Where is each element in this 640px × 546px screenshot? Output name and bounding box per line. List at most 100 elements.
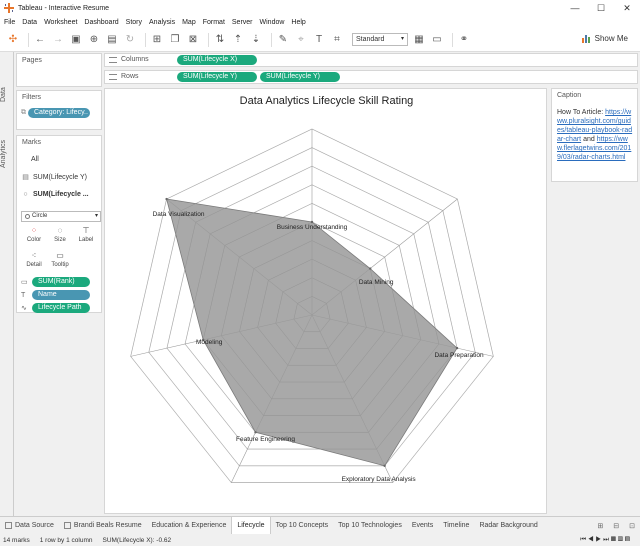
tab-lifecycle[interactable]: Lifecycle — [231, 516, 271, 535]
rows-pill-lifecycle-y-2[interactable]: SUM(Lifecycle Y) — [260, 72, 340, 82]
encoding-pill-path[interactable]: Lifecycle Path — [32, 303, 90, 313]
mark-type-select[interactable]: Circle ▾ — [21, 211, 101, 222]
analytics-tab[interactable]: Analytics — [0, 134, 14, 174]
pages-label: Pages — [22, 57, 42, 64]
size-icon: ◌ — [57, 226, 63, 235]
encoding-pill-name[interactable]: Name — [32, 290, 90, 300]
maximize-button[interactable]: ☐ — [588, 0, 614, 16]
label-card[interactable]: ⊤ Label — [75, 225, 97, 249]
menu-window[interactable]: Window — [260, 19, 285, 26]
chevron-down-icon: ▾ — [94, 213, 98, 219]
status-marks: 14 marks — [3, 536, 30, 544]
fit-select[interactable]: Standard ▾ — [352, 33, 408, 46]
show-me-button[interactable]: Show Me — [581, 33, 628, 43]
menu-server[interactable]: Server — [232, 19, 253, 26]
tab-top-10-technologies[interactable]: Top 10 Technologies — [333, 517, 407, 535]
new-datasource-icon[interactable]: ⊕ — [87, 33, 101, 47]
tab-timeline[interactable]: Timeline — [438, 517, 474, 535]
tableau-logo-icon — [4, 3, 14, 13]
close-button[interactable]: ✕ — [614, 0, 640, 16]
tab-events[interactable]: Events — [407, 517, 438, 535]
pause-updates-icon[interactable]: ▤ — [105, 33, 119, 47]
radar-chart[interactable] — [105, 89, 548, 515]
color-card[interactable]: ⁘ Color — [23, 225, 45, 249]
new-story-tab-icon[interactable]: ⊡ — [624, 522, 640, 530]
pages-card[interactable]: Pages — [16, 53, 102, 87]
filter-pill-category[interactable]: Category: Lifecy.. — [28, 108, 90, 118]
data-point[interactable] — [368, 267, 372, 270]
status-sum: SUM(Lifecycle X): -0.62 — [102, 536, 172, 544]
duplicate-sheet-icon[interactable]: ❐ — [168, 33, 182, 47]
detail-card[interactable]: ⁖ Detail — [23, 250, 45, 274]
marks-all[interactable]: All — [31, 156, 39, 163]
menu-data[interactable]: Data — [22, 19, 37, 26]
size-card[interactable]: ◌ Size — [49, 225, 71, 249]
circle-icon — [25, 214, 30, 219]
rows-label: Rows — [109, 73, 139, 80]
columns-shelf[interactable]: Columns SUM(Lifecycle X) — [104, 53, 638, 67]
marks-lifecycle-2[interactable]: ○ SUM(Lifecycle ... — [21, 191, 88, 198]
save-icon[interactable]: ▣ — [69, 33, 83, 47]
marks-lifecycle-y[interactable]: ▤ SUM(Lifecycle Y) — [21, 173, 87, 182]
minimize-button[interactable]: — — [562, 0, 588, 16]
tab-data-source[interactable]: Data Source — [0, 517, 59, 535]
marks-card[interactable]: Marks All ▤ SUM(Lifecycle Y) ○ SUM(Lifecyc… — [16, 135, 102, 313]
encoding-pill-rank[interactable]: SUM(Rank) — [32, 277, 90, 287]
rows-pill-lifecycle-y-1[interactable]: SUM(Lifecycle Y) — [177, 72, 257, 82]
status-rows: 1 row by 1 column — [39, 536, 93, 544]
data-tab[interactable]: Data — [0, 82, 14, 108]
forward-arrow-icon[interactable]: → — [51, 33, 65, 47]
columns-pill-lifecycle-x[interactable]: SUM(Lifecycle X) — [177, 55, 257, 65]
tab-radar-background[interactable]: Radar Background — [474, 517, 542, 535]
menu-map[interactable]: Map — [182, 19, 196, 26]
data-point[interactable] — [455, 346, 459, 350]
area-mark-icon: ▤ — [22, 174, 29, 181]
new-dashboard-tab-icon[interactable]: ⊟ — [608, 522, 624, 530]
axis-label-modeling: Modeling — [196, 338, 223, 346]
caption-card[interactable]: Caption How To Article: https://www.plur… — [551, 88, 638, 182]
data-point[interactable] — [310, 220, 314, 224]
menu-analysis[interactable]: Analysis — [149, 19, 175, 26]
menu-story[interactable]: Story — [126, 19, 142, 26]
filters-card[interactable]: Filters ⧉ Category: Lifecy.. — [16, 90, 102, 130]
columns-label: Columns — [109, 56, 149, 63]
toolbar: ✣ ← → ▣ ⊕ ▤ ↻ ⊞ ❐ ⊠ ⇅ ⇡ ⇣ ✎ ⌖ T ⌗ Standa… — [0, 28, 640, 52]
detail-icon: ⁖ — [31, 251, 37, 260]
share-icon[interactable]: ⚭ — [457, 33, 471, 47]
swap-axes-icon[interactable]: ⇅ — [213, 33, 227, 47]
tab-top-10-concepts[interactable]: Top 10 Concepts — [271, 517, 334, 535]
caption-text: How To Article: https://www.pluralsight.… — [557, 109, 633, 161]
clear-sheet-icon[interactable]: ⊠ — [186, 33, 200, 47]
chart-canvas[interactable]: Data Analytics Lifecycle Skill Rating Bu… — [104, 88, 547, 514]
tab-education-experience[interactable]: Education & Experience — [147, 517, 232, 535]
tooltip-card[interactable]: ▭ Tooltip — [49, 250, 71, 274]
presentation-mode-icon[interactable]: ▭ — [430, 33, 444, 47]
refresh-icon[interactable]: ↻ — [123, 33, 137, 47]
new-worksheet-tab-icon[interactable]: ⊞ — [592, 522, 608, 530]
back-arrow-icon[interactable]: ← — [33, 33, 47, 47]
menu-file[interactable]: File — [4, 19, 15, 26]
menu-dashboard[interactable]: Dashboard — [84, 19, 118, 26]
database-icon — [5, 522, 12, 529]
tableau-start-icon[interactable]: ✣ — [6, 33, 20, 47]
menu-worksheet[interactable]: Worksheet — [44, 19, 77, 26]
highlight-icon[interactable]: ✎ — [276, 33, 290, 47]
rows-icon — [109, 73, 117, 80]
sort-ascending-icon[interactable]: ⇡ — [231, 33, 245, 47]
new-worksheet-icon[interactable]: ⊞ — [150, 33, 164, 47]
menu-format[interactable]: Format — [203, 19, 225, 26]
sort-descending-icon[interactable]: ⇣ — [249, 33, 263, 47]
fix-axes-icon[interactable]: ⌗ — [330, 33, 344, 47]
axis-label-data-visualization: Data Visualization — [152, 211, 205, 219]
show-cards-icon[interactable]: ▦ — [412, 33, 426, 47]
data-point[interactable] — [383, 464, 386, 468]
group-icon[interactable]: ⌖ — [294, 33, 308, 47]
data-point[interactable] — [254, 431, 257, 434]
dashboard-icon — [63, 522, 71, 529]
show-labels-icon[interactable]: T — [312, 33, 326, 47]
rows-shelf[interactable]: Rows SUM(Lifecycle Y) SUM(Lifecycle Y) — [104, 70, 638, 84]
menu-help[interactable]: Help — [291, 19, 305, 26]
status-nav-icons[interactable]: ⏮ ◀ ▶ ⏭ ▦ ▥ ▤ — [580, 536, 630, 544]
data-point[interactable] — [165, 197, 168, 201]
tab-brandi-beals-resume[interactable]: Brandi Beals Resume — [59, 517, 147, 535]
